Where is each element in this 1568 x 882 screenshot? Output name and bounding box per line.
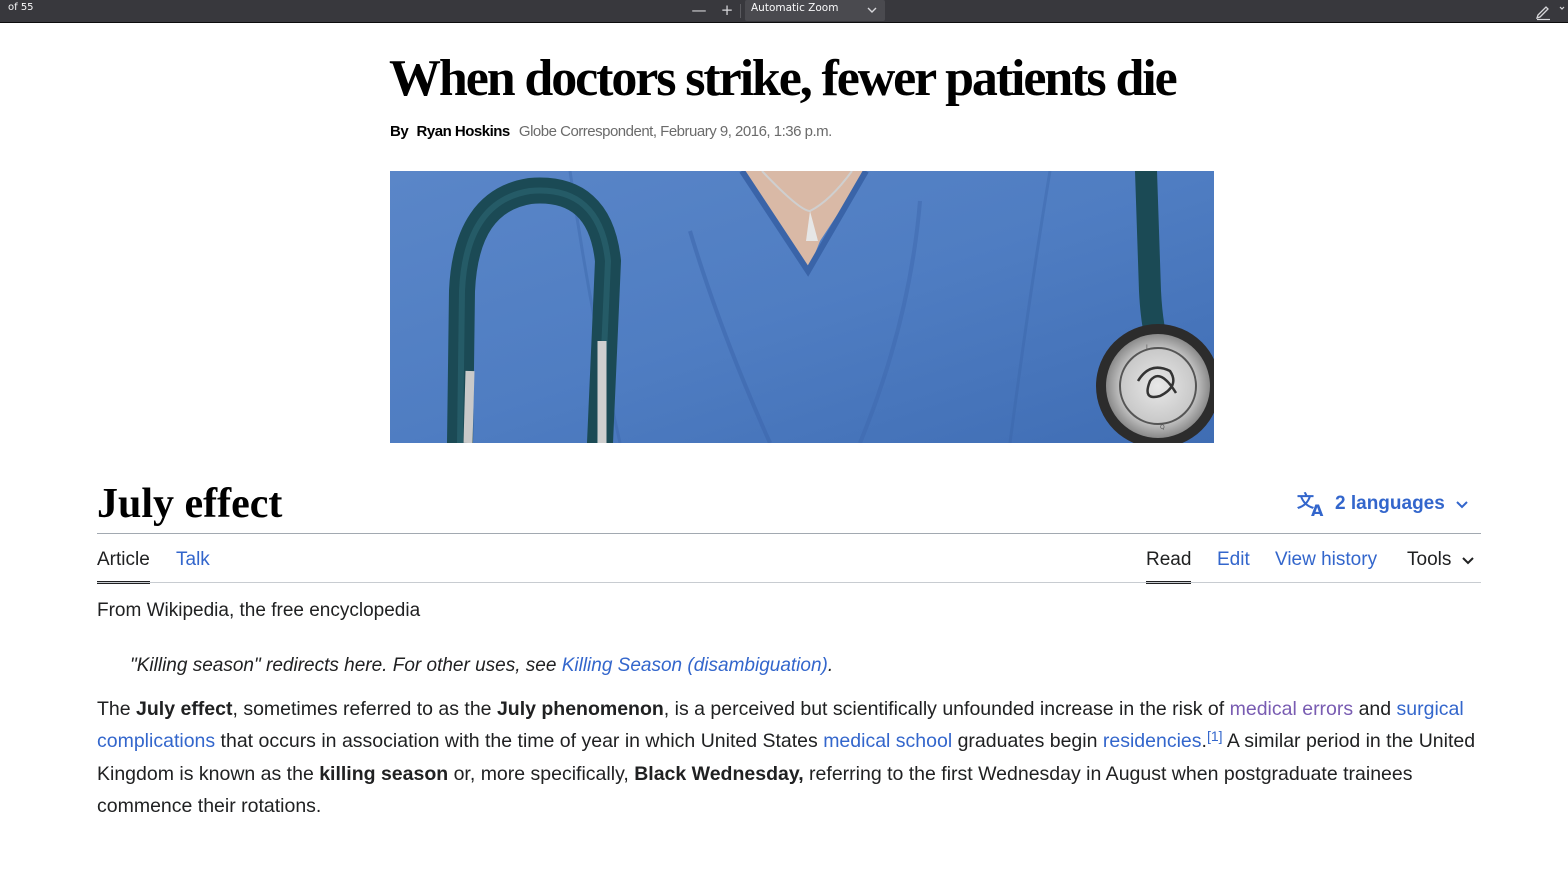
tab-read[interactable]: Read [1146,547,1192,584]
language-selector-button[interactable]: 文 A 2 languages [1297,490,1469,518]
citation-link[interactable]: [1] [1207,728,1223,744]
article-headline: When doctors strike, fewer patients die [389,50,1178,107]
bold-term-july-phenomenon: July phenomenon [496,698,664,720]
bold-term-july-effect: July effect [136,698,233,720]
hatnote: "Killing season" redirects here. For oth… [130,654,833,678]
para-text: that occurs in association with the time… [215,730,824,753]
zoom-in-button[interactable]: + [716,0,738,22]
tab-edit[interactable]: Edit [1217,547,1250,573]
byline-meta: Globe Correspondent, February 9, 2016, 1… [518,123,832,140]
para-text: graduates begin [952,730,1103,753]
chevron-down-icon [867,7,877,13]
tab-talk[interactable]: Talk [176,547,210,573]
doctor-stethoscope-image: L Q [390,171,1214,443]
pdf-toolbar: of 55 — + Automatic Zoom [0,0,1568,23]
hatnote-end: . [827,655,834,676]
para-text: , sometimes referred to as the [232,698,497,720]
hatnote-text: "Killing season" redirects here. For oth… [130,655,562,676]
language-count-label: 2 languages [1335,493,1445,514]
link-medical-school[interactable]: medical school [823,730,952,752]
bold-term-killing-season: killing season [319,762,449,785]
tab-article[interactable]: Article [97,547,150,584]
article-byline: By Ryan Hoskins Globe Correspondent, Feb… [390,123,832,140]
draw-pen-icon[interactable] [1534,1,1568,21]
link-residencies[interactable]: residencies [1103,730,1202,752]
byline-author[interactable]: Ryan Hoskins [417,123,511,140]
site-tagline: From Wikipedia, the free encyclopedia [97,600,421,621]
title-divider [97,533,1481,534]
chevron-down-icon [1462,557,1475,565]
zoom-out-button[interactable]: — [688,0,710,22]
hatnote-link[interactable]: Killing Season (disambiguation) [562,655,828,676]
link-medical-errors[interactable]: medical errors [1230,698,1354,720]
tools-menu-button[interactable]: Tools [1407,547,1475,573]
article-photo: L Q [390,171,1214,443]
byline-prefix: By [390,123,409,140]
translate-icon: 文 A [1297,491,1324,517]
bold-term-black-wednesday: Black Wednesday, [634,762,804,785]
lead-paragraph: The July effect, sometimes referred to a… [97,693,1487,822]
para-text: and [1353,698,1397,720]
page-count-label: of 55 [8,2,34,13]
zoom-select-value: Automatic Zoom [751,2,839,14]
para-text: The [97,698,137,720]
chevron-down-icon [1456,501,1468,509]
wiki-page-title: July effect [97,481,283,527]
svg-text:Q: Q [1160,424,1165,431]
tools-menu-label: Tools [1407,549,1452,570]
toolbar-separator [740,4,741,18]
tabs-divider [97,582,1481,583]
para-text: or, more specifically, [448,762,635,785]
para-text: , is a perceived but scientifically unfo… [663,698,1230,720]
svg-text:A: A [1311,501,1324,517]
zoom-select[interactable]: Automatic Zoom [745,0,885,21]
tab-view-history[interactable]: View history [1275,547,1377,573]
